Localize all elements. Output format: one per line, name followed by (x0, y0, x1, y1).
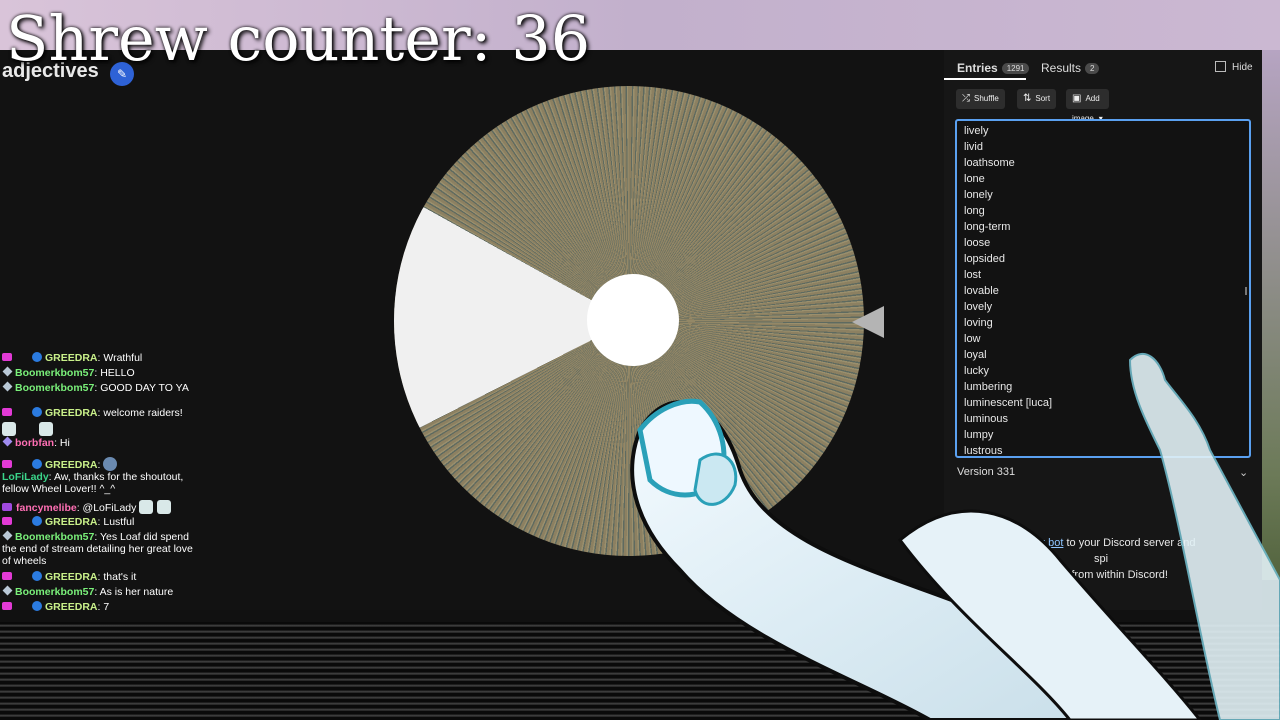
sort-label: Sort (1035, 94, 1051, 103)
chat-username: Boomerkbom57 (15, 586, 95, 598)
entry-line: loose (964, 237, 991, 249)
chat-message: Boomerkbom57: Yes Loaf did spend the end… (2, 530, 193, 567)
entry-line: loathsome (964, 157, 1015, 169)
emote-icon (139, 500, 154, 514)
chat-username: Boomerkbom57 (15, 382, 95, 394)
add-image-button[interactable]: ▣Add image▾ (1066, 89, 1109, 123)
emote-icon (103, 457, 118, 471)
chat-message: Boomerkbom57: As is her nature (2, 585, 194, 598)
chat-username: Boomerkbom57 (15, 531, 95, 543)
shuffle-icon: ⤮ (962, 93, 970, 104)
verified-icon (32, 407, 42, 417)
chat-message: GREEDRA: Lustful (2, 516, 194, 528)
chat-text: As is her nature (99, 586, 174, 598)
chat-message: Boomerkbom57: GOOD DAY TO YA (2, 381, 194, 394)
verified-icon (32, 516, 42, 526)
chat-text: welcome raiders! (103, 407, 183, 419)
chat-username: fancymelibe (16, 502, 77, 514)
vtuber-arm-overlay (630, 352, 1280, 720)
entry-line: lonely (964, 189, 993, 201)
emote-icon (2, 422, 16, 436)
entry-line: lone (964, 173, 985, 185)
chat-username: GREEDRA (45, 516, 98, 528)
chat-text: GOOD DAY TO YA (100, 382, 189, 394)
chat-message: fancymelibe: @LoFiLady (2, 500, 194, 514)
chat-message: GREEDRA: welcome raiders! (2, 407, 194, 419)
entry-line: lopsided (964, 253, 1005, 265)
verified-icon (32, 459, 42, 469)
flower-icon (693, 452, 738, 506)
tab-entries[interactable]: Entries 1291 (957, 61, 1030, 75)
sub-badge-icon (2, 572, 12, 580)
mod-badge-icon (2, 530, 13, 541)
entry-line: long (964, 205, 985, 217)
chat-username: borbfan (15, 437, 55, 449)
chat-username: GREEDRA (45, 571, 98, 583)
tab-active-indicator (944, 78, 1026, 80)
entries-scrollbar[interactable] (1245, 287, 1247, 295)
chat-message: GREEDRA: (2, 457, 194, 471)
sub-badge-icon (2, 353, 12, 361)
chat-username: GREEDRA (45, 352, 98, 364)
shrew-counter: Shrew counter: 36 (6, 2, 591, 75)
sub-badge-icon (2, 517, 12, 525)
verified-icon (32, 352, 42, 362)
chat-username: LoFiLady (2, 471, 49, 483)
entry-line: loving (964, 317, 993, 329)
mod-badge-icon (2, 366, 13, 377)
chat-username: GREEDRA (45, 407, 98, 419)
image-icon: ▣ (1072, 93, 1082, 104)
tab-results[interactable]: Results 2 (1041, 61, 1100, 75)
chat-message (2, 422, 194, 436)
chat-message: GREEDRA: that's it (2, 571, 194, 583)
mod-badge-icon (2, 436, 13, 447)
tab-entries-label: Entries (957, 61, 998, 75)
sub-badge-icon (2, 408, 12, 416)
mod-badge-icon (2, 381, 13, 392)
wheel-pointer-icon (852, 306, 884, 338)
hide-toggle[interactable]: Hide (1215, 61, 1253, 73)
shuffle-label: Shuffle (974, 94, 999, 103)
chat-message: GREEDRA: Wrathful (2, 352, 194, 364)
entry-line: lovable (964, 285, 999, 297)
chat-text: @LoFiLady (82, 502, 137, 514)
entry-line: lovely (964, 301, 993, 313)
chat-text: Wrathful (103, 352, 143, 364)
chat-username: GREEDRA (45, 459, 98, 471)
hide-checkbox[interactable] (1215, 61, 1226, 72)
sort-button[interactable]: ⇅ Sort (1017, 89, 1057, 109)
chat-message: LoFiLady: Aw, thanks for the shoutout, f… (2, 471, 184, 495)
emote-icon (157, 500, 172, 514)
chat-message: borbfan: Hi (2, 436, 194, 449)
chat-message: Boomerkbom57: HELLO (2, 366, 194, 379)
sub-badge-icon (2, 602, 12, 610)
chat-username: GREEDRA (45, 601, 98, 613)
emote-icon (38, 422, 53, 436)
verified-icon (32, 601, 42, 611)
sub-badge-icon (2, 460, 12, 468)
entry-line: lost (964, 269, 982, 281)
mod-badge-icon (2, 585, 13, 596)
chat-text: Hi (59, 437, 70, 449)
chat-text: HELLO (100, 367, 135, 379)
tab-results-label: Results (1041, 61, 1082, 75)
tab-entries-count: 1291 (1001, 63, 1030, 74)
entry-line: lively (964, 125, 989, 137)
tab-results-count: 2 (1085, 63, 1100, 74)
chat-text: Lustful (103, 516, 135, 528)
verified-icon (32, 571, 42, 581)
bits-badge-icon (2, 503, 12, 511)
chat-text: 7 (103, 601, 110, 613)
chat-username: Boomerkbom57 (15, 367, 95, 379)
shuffle-button[interactable]: ⤮ Shuffle (956, 89, 1005, 109)
sort-icon: ⇅ (1023, 93, 1032, 104)
entry-line: livid (964, 141, 983, 153)
chat-message: GREEDRA: 7 (2, 601, 194, 613)
hide-label: Hide (1232, 62, 1253, 73)
chat-text: that's it (103, 571, 137, 583)
entry-line: long-term (964, 221, 1011, 233)
